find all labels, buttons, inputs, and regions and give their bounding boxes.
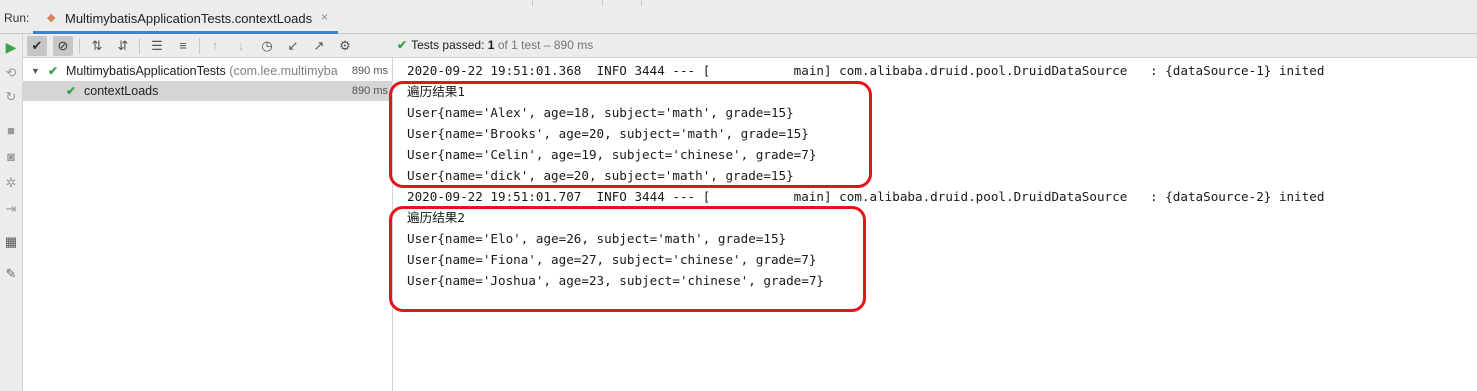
divider [79, 38, 80, 54]
console-line: 2020-09-22 19:51:01.707 INFO 3444 --- [ … [407, 189, 1325, 204]
run-tab[interactable]: ◆ MultimybatisApplicationTests.contextLo… [33, 4, 338, 34]
divider [602, 0, 603, 6]
run-label: Run: [4, 11, 30, 25]
check-icon: ✔ [48, 64, 59, 78]
check-icon: ✔ [66, 84, 77, 98]
sort-alpha-icon[interactable]: ⇅ [87, 36, 107, 56]
divider [139, 38, 140, 54]
tree-row-duration: 890 ms [349, 81, 388, 101]
highlight-box-1 [389, 81, 872, 188]
test-tree: ▼ ✔ MultimybatisApplicationTests (com.le… [23, 58, 393, 391]
tree-row-label: MultimybatisApplicationTests (com.lee.mu… [66, 64, 338, 78]
console-output[interactable]: 2020-09-22 19:51:01.368 INFO 3444 --- [ … [389, 58, 1477, 391]
history-icon[interactable]: ◷ [257, 36, 277, 56]
exit-icon[interactable]: ⇥ [2, 200, 20, 218]
chevron-down-icon[interactable]: ▼ [31, 61, 40, 81]
run-side-toolbar: ▶ ⟲ ↻ ■ ◙ ✲ ⇥ ▦ ✎ [0, 34, 23, 391]
import-icon[interactable]: ↙ [283, 36, 303, 56]
divider [532, 0, 533, 6]
test-status: ✔ Tests passed: 1 of 1 test – 890 ms [397, 38, 593, 52]
tree-row-duration: 890 ms [351, 65, 388, 77]
camera-icon[interactable]: ◙ [2, 148, 20, 166]
sort-duration-icon[interactable]: ⇵ [113, 36, 133, 56]
pin-icon[interactable]: ✎ [2, 265, 20, 283]
status-text: Tests passed: [411, 38, 485, 52]
console-line: 2020-09-22 19:51:01.368 INFO 3444 --- [ … [407, 63, 1325, 78]
status-count: 1 [487, 38, 495, 52]
rerun-failed-icon[interactable]: ⟲ [2, 64, 20, 82]
highlight-box-2 [389, 206, 866, 312]
run-tab-bar: Run: ◆ MultimybatisApplicationTests.cont… [0, 0, 1477, 34]
tree-row-root[interactable]: ▼ ✔ MultimybatisApplicationTests (com.le… [23, 61, 392, 81]
next-failed-icon[interactable]: ↓ [231, 36, 251, 56]
close-icon[interactable]: × [321, 10, 328, 24]
settings-icon[interactable]: ⚙ [335, 36, 355, 56]
divider [641, 0, 642, 6]
debug-icon[interactable]: ✲ [2, 174, 20, 192]
toggle-auto-test-icon[interactable]: ↻ [2, 88, 20, 106]
check-icon: ✔ [397, 38, 408, 52]
play-icon[interactable]: ▶ [2, 38, 20, 56]
tree-row-contextloads[interactable]: ✔ contextLoads 890 ms [23, 81, 392, 101]
export-icon[interactable]: ↗ [309, 36, 329, 56]
show-ignored-icon[interactable]: ⊘ [53, 36, 73, 56]
test-toolbar: ✔ ⊘ ⇅ ⇵ ☰ ≡ ↑ ↓ ◷ ↙ ↗ ⚙ ✔ Tests passed: 1… [23, 34, 1477, 58]
stop-icon[interactable]: ■ [2, 122, 20, 140]
tree-row-label: contextLoads [84, 84, 159, 98]
show-passed-icon[interactable]: ✔ [27, 36, 47, 56]
layout-icon[interactable]: ▦ [2, 233, 20, 251]
run-tab-title: MultimybatisApplicationTests.contextLoad… [65, 11, 313, 26]
divider [199, 38, 200, 54]
collapse-all-icon[interactable]: ≡ [173, 36, 193, 56]
status-detail: of 1 test – 890 ms [497, 38, 594, 52]
expand-all-icon[interactable]: ☰ [147, 36, 167, 56]
prev-failed-icon[interactable]: ↑ [205, 36, 225, 56]
test-run-icon: ◆ [47, 12, 56, 24]
